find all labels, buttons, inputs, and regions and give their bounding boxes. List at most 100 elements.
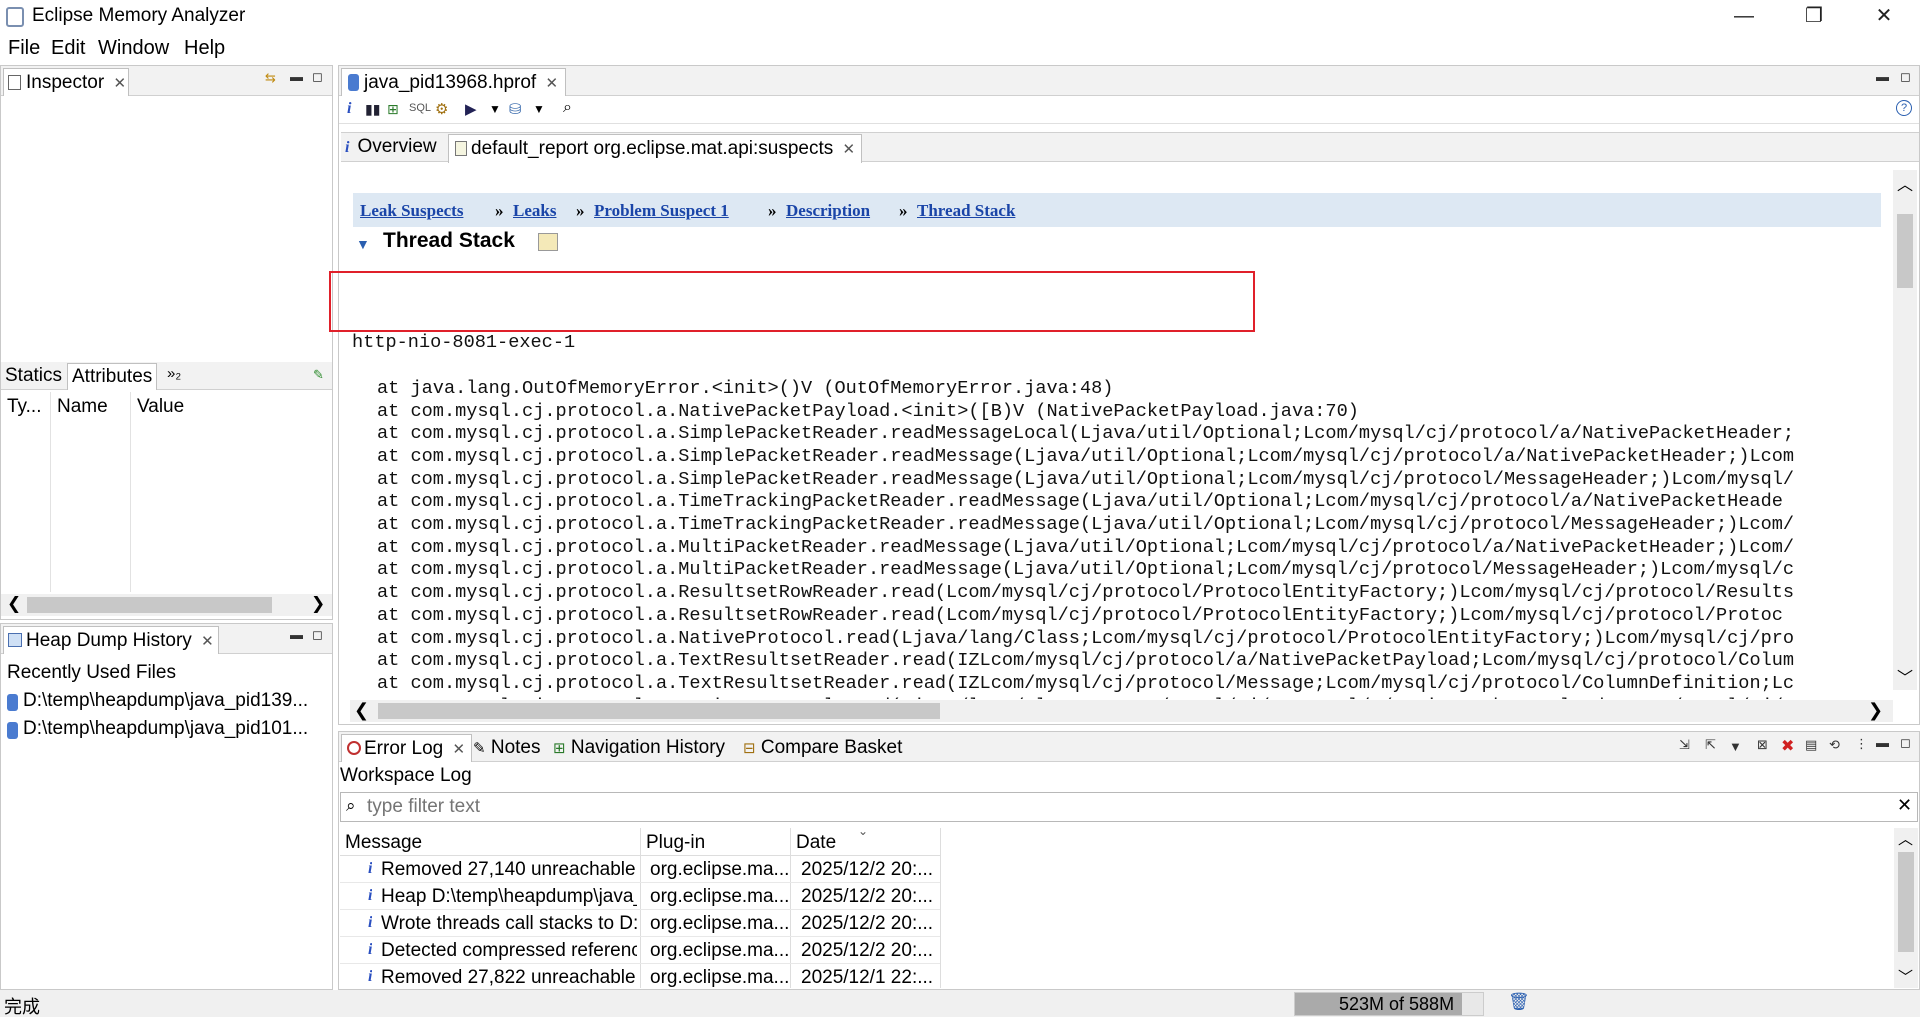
scrollbar-thumb[interactable]	[27, 597, 272, 613]
clear-log-icon[interactable]: ⊠	[1757, 737, 1768, 753]
dominator-tree-icon[interactable]: ⊞	[387, 101, 399, 118]
maximize-pane-icon[interactable]: ◻	[312, 69, 323, 85]
close-icon[interactable]: ✕	[113, 75, 126, 92]
recent-file-item[interactable]: D:\temp\heapdump\java_pid101...	[7, 718, 332, 744]
column-plugin[interactable]: Plug-in	[646, 832, 705, 854]
tab-compare-basket[interactable]: ⊟ Compare Basket	[743, 737, 902, 759]
table-row[interactable]: i Wrote threads call stacks to D:\temp org…	[340, 910, 940, 937]
minimize-pane-icon[interactable]: ▬	[290, 69, 303, 84]
table-row[interactable]: i Detected compressed references org.eclip…	[340, 937, 940, 964]
scroll-up-icon[interactable]: ︿	[1898, 828, 1913, 849]
crumb-description[interactable]: Description	[786, 201, 870, 221]
horizontal-scrollbar[interactable]: ❮ ❯	[1, 594, 332, 616]
scroll-right-icon[interactable]: ❯	[311, 594, 325, 614]
minimize-pane-icon[interactable]: ▬	[1876, 69, 1889, 84]
scrollbar-thumb[interactable]	[1898, 852, 1914, 952]
help-icon[interactable]: ?	[1896, 100, 1912, 116]
tab-heap-dump-history[interactable]: Heap Dump History ✕	[3, 626, 219, 654]
table-row[interactable]: i Removed 27,822 unreachable objects org.e…	[340, 964, 940, 991]
column-message[interactable]: Message	[345, 832, 422, 854]
crumb-leak-suspects[interactable]: Leak Suspects	[360, 201, 463, 221]
pin-icon[interactable]: ✎	[313, 367, 324, 383]
tab-hprof[interactable]: java_pid13968.hprof ✕	[341, 68, 566, 96]
vertical-scrollbar[interactable]: ︿ ﹀	[1894, 828, 1918, 988]
import-log-icon[interactable]: ⇱	[1705, 737, 1716, 753]
tab-inspector[interactable]: Inspector ✕	[3, 68, 129, 96]
tab-error-log[interactable]: Error Log ✕	[341, 734, 473, 762]
menu-help[interactable]: Help	[184, 37, 225, 60]
crumb-problem-suspect-1[interactable]: Problem Suspect 1	[594, 201, 729, 221]
tab-statics[interactable]: Statics	[5, 365, 62, 387]
tab-notes[interactable]: ✎ Notes	[473, 737, 541, 759]
minimize-button[interactable]: —	[1709, 0, 1779, 35]
collapse-triangle-icon[interactable]: ▼	[356, 236, 370, 252]
export-log-icon[interactable]: ⇲	[1679, 737, 1690, 753]
close-icon[interactable]: ✕	[545, 75, 558, 92]
vertical-scrollbar[interactable]: ︿ ﹀	[1893, 170, 1917, 690]
column-date[interactable]: Date	[796, 832, 836, 854]
table-row[interactable]: i Removed 27,140 unreachable objects org.e…	[340, 856, 940, 883]
scroll-right-icon[interactable]: ❯	[1868, 700, 1883, 721]
menu-window[interactable]: Window	[98, 37, 169, 60]
minimize-pane-icon[interactable]: ▬	[290, 627, 303, 642]
tab-suspects-report[interactable]: default_report org.eclipse.mat.api:suspe…	[448, 134, 863, 163]
oql-icon[interactable]: SQL	[409, 102, 431, 114]
chevron-down-icon[interactable]: ▼	[533, 102, 545, 116]
column-type[interactable]: Ty...	[7, 396, 41, 418]
crumb-leaks[interactable]: Leaks	[513, 201, 556, 221]
tab-overview[interactable]: i Overview	[345, 136, 437, 158]
close-icon[interactable]: ✕	[843, 141, 856, 158]
copy-icon[interactable]	[538, 233, 558, 251]
view-menu-icon[interactable]: ⋮	[1855, 736, 1868, 752]
delete-log-icon[interactable]: ✖	[1781, 736, 1794, 756]
restore-log-icon[interactable]: ⟲	[1829, 737, 1840, 753]
recent-file-item[interactable]: D:\temp\heapdump\java_pid139...	[7, 690, 332, 716]
filter-field[interactable]: ⌕ ✕	[340, 792, 1918, 822]
query-browser-icon[interactable]: ⛁	[509, 100, 522, 118]
scroll-down-icon[interactable]: ﹀	[1897, 664, 1913, 688]
crumb-thread-stack[interactable]: Thread Stack	[917, 201, 1015, 221]
heap-status-bar[interactable]: 523M of 588M	[1294, 992, 1484, 1016]
run-report-icon[interactable]: ▶	[465, 100, 477, 118]
error-log-icon	[347, 741, 361, 755]
scroll-left-icon[interactable]: ❮	[7, 594, 21, 614]
clear-filter-icon[interactable]: ✕	[1897, 795, 1912, 816]
recent-file-path: D:\temp\heapdump\java_pid101...	[23, 718, 309, 739]
maximize-pane-icon[interactable]: ◻	[312, 627, 323, 643]
garbage-collect-icon[interactable]: 🗑	[1508, 992, 1530, 1012]
filter-input[interactable]	[367, 796, 1887, 818]
open-log-icon[interactable]: ▤	[1805, 737, 1817, 753]
menu-file[interactable]: File	[8, 37, 40, 60]
heap-history-icon	[8, 633, 22, 647]
link-icon[interactable]: ⇆	[265, 70, 276, 86]
scroll-left-icon[interactable]: ❮	[354, 700, 369, 721]
info-icon: i	[368, 860, 373, 877]
column-value[interactable]: Value	[137, 396, 184, 418]
close-button[interactable]: ✕	[1849, 0, 1919, 35]
more-tabs-button[interactable]: »₂	[167, 365, 181, 382]
close-icon[interactable]: ✕	[452, 741, 465, 758]
cell-date: 2025/12/2 20:...	[801, 913, 934, 934]
horizontal-scrollbar[interactable]: ❮ ❯	[350, 700, 1893, 722]
search-icon[interactable]: ⌕	[563, 99, 572, 117]
scrollbar-thumb[interactable]	[378, 703, 940, 719]
maximize-pane-icon[interactable]: ◻	[1900, 69, 1911, 85]
chevron-down-icon[interactable]: ▼	[489, 102, 501, 116]
close-icon[interactable]: ✕	[201, 633, 214, 650]
maximize-button[interactable]: ❐	[1779, 0, 1849, 35]
overview-icon[interactable]: i	[347, 100, 351, 118]
column-name[interactable]: Name	[57, 396, 108, 418]
tab-navigation-history[interactable]: ⊞ Navigation History	[553, 737, 725, 759]
scrollbar-thumb[interactable]	[1897, 214, 1913, 288]
menu-edit[interactable]: Edit	[51, 37, 85, 60]
cell-plugin: org.eclipse.ma...	[650, 886, 788, 907]
scroll-down-icon[interactable]: ﹀	[1898, 966, 1913, 987]
chevron-down-icon[interactable]: ▼	[1729, 739, 1742, 754]
minimize-pane-icon[interactable]: ▬	[1876, 735, 1889, 750]
tab-attributes[interactable]: Attributes	[67, 363, 158, 390]
table-row[interactable]: i Heap D:\temp\heapdump\java_pid13968.hpr…	[340, 883, 940, 910]
thread-overview-icon[interactable]: ⚙	[435, 100, 448, 118]
scroll-up-icon[interactable]: ︿	[1897, 171, 1913, 195]
histogram-icon[interactable]: ▮▮	[365, 101, 380, 118]
maximize-pane-icon[interactable]: ◻	[1900, 735, 1911, 751]
